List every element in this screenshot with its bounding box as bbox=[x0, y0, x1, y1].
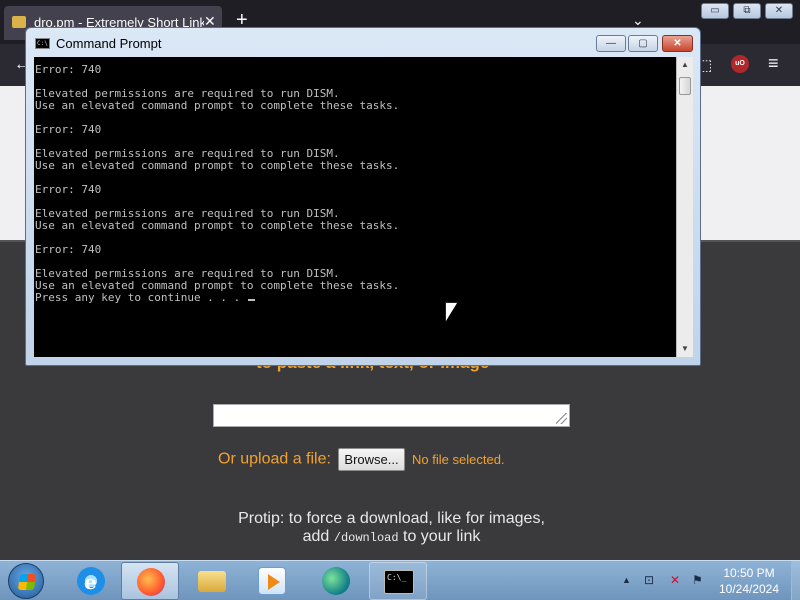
scroll-thumb[interactable] bbox=[679, 77, 691, 95]
no-file-status: No file selected. bbox=[412, 452, 505, 467]
ie-icon: e bbox=[77, 567, 105, 595]
favicon-icon bbox=[12, 16, 26, 28]
clock-date: 10/24/2024 bbox=[718, 582, 780, 596]
resize-grip-icon[interactable] bbox=[556, 413, 567, 424]
vertical-scrollbar[interactable]: ▲ ▼ bbox=[676, 57, 693, 357]
upload-label: Or upload a file: bbox=[218, 450, 331, 468]
mouse-pointer-icon bbox=[446, 303, 457, 321]
volume-muted-icon[interactable]: ✕ bbox=[670, 573, 680, 587]
protip-suffix: to your link bbox=[403, 528, 481, 545]
maximize-button[interactable]: ▢ bbox=[628, 35, 658, 52]
browser-close-button[interactable]: ✕ bbox=[765, 3, 793, 19]
action-center-flag-icon[interactable]: ⚑ bbox=[692, 573, 703, 587]
console-line: Error: 740 bbox=[35, 243, 102, 256]
ublock-icon[interactable]: uO bbox=[731, 55, 749, 73]
taskbar-edge[interactable] bbox=[307, 562, 365, 600]
browse-button[interactable]: Browse... bbox=[338, 448, 405, 471]
clock-time: 10:50 PM bbox=[723, 566, 775, 580]
command-prompt-icon: C:\ bbox=[35, 38, 50, 49]
scroll-down-icon[interactable]: ▼ bbox=[677, 341, 693, 357]
protip-line-1: Protip: to force a download, like for im… bbox=[238, 510, 545, 527]
taskbar-firefox[interactable] bbox=[121, 562, 179, 600]
console-line: Use an elevated command prompt to comple… bbox=[35, 159, 400, 172]
show-desktop-button[interactable] bbox=[791, 561, 800, 600]
command-prompt-window[interactable]: C:\ Command Prompt — ▢ ✕ Error: 740 Elev… bbox=[25, 27, 701, 366]
taskbar: e C:\_ ▲ ⊡ ✕ ⚑ 10:50 PM 10/24/2024 bbox=[0, 560, 800, 600]
scroll-up-icon[interactable]: ▲ bbox=[677, 57, 693, 73]
taskbar-command-prompt[interactable]: C:\_ bbox=[369, 562, 427, 600]
firefox-icon bbox=[137, 568, 165, 596]
minimize-button[interactable]: — bbox=[596, 35, 626, 52]
console-line: Error: 740 bbox=[35, 183, 102, 196]
protip-line-2: add /download to your link bbox=[180, 528, 603, 547]
protip-text: Protip: to force a download, like for im… bbox=[180, 510, 603, 547]
close-button[interactable]: ✕ bbox=[662, 35, 693, 52]
browser-maximize-button[interactable]: ⧉ bbox=[733, 3, 761, 19]
hamburger-menu-icon[interactable]: ≡ bbox=[768, 53, 779, 74]
tray-expand-icon[interactable]: ▲ bbox=[622, 575, 631, 585]
edge-icon bbox=[322, 567, 350, 595]
clock[interactable]: 10:50 PM 10/24/2024 bbox=[711, 565, 787, 597]
taskbar-media-player[interactable] bbox=[243, 562, 301, 600]
paste-textarea[interactable] bbox=[213, 404, 570, 427]
console-line: Error: 740 bbox=[35, 63, 102, 76]
browser-minimize-button[interactable]: ▭ bbox=[701, 3, 729, 19]
media-player-icon bbox=[258, 567, 286, 595]
taskbar-explorer[interactable] bbox=[183, 562, 241, 600]
console-line: Use an elevated command prompt to comple… bbox=[35, 219, 400, 232]
console-output[interactable]: Error: 740 Elevated permissions are requ… bbox=[34, 57, 676, 357]
taskbar-ie[interactable]: e bbox=[62, 562, 120, 600]
console-line: Press any key to continue . . . bbox=[34, 292, 676, 304]
upload-row: Or upload a file: Browse... No file sele… bbox=[218, 448, 505, 472]
windows-start-icon[interactable] bbox=[8, 563, 44, 599]
console-line: Error: 740 bbox=[35, 123, 102, 136]
text-caret bbox=[247, 299, 255, 301]
network-icon[interactable]: ⊡ bbox=[644, 573, 654, 587]
window-title: Command Prompt bbox=[56, 36, 162, 51]
protip-add: add bbox=[302, 528, 330, 545]
protip-code: /download bbox=[333, 531, 399, 545]
console-line: Use an elevated command prompt to comple… bbox=[35, 99, 400, 112]
command-prompt-icon: C:\_ bbox=[384, 570, 414, 594]
windows-logo-icon bbox=[17, 574, 37, 590]
folder-icon bbox=[198, 571, 226, 592]
